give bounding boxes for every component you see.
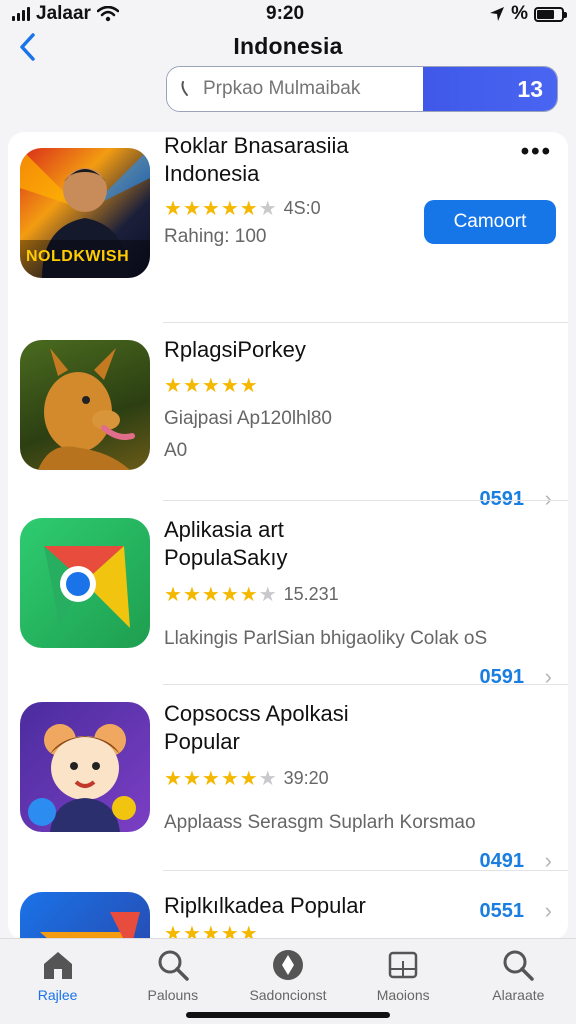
star-icon: ★	[201, 583, 220, 606]
deer-icon	[38, 348, 135, 470]
app-subtitle: Giajpasi Ap120lhl80	[164, 408, 332, 429]
location-icon	[490, 7, 505, 21]
signal-icon	[12, 7, 30, 21]
app-subtitle-2: A0	[164, 440, 188, 461]
tab-alerts[interactable]: Alaraate	[468, 947, 568, 1024]
wifi-icon	[96, 6, 119, 22]
star-rating: ★ ★ ★ ★ ★ ★ 15.231	[164, 584, 339, 605]
app-subtitle: Applaass Serasgm Suplarh Korsmao	[164, 812, 476, 833]
compass-icon	[272, 950, 303, 980]
app-subtitle: Rahing: 100	[164, 226, 267, 247]
app-name: Copsocss Apolkasi Popular	[164, 701, 349, 754]
star-icon: ★	[182, 767, 201, 790]
chrome-icon	[44, 546, 130, 628]
tab-label: Sadoncionst	[249, 987, 327, 1003]
list-item[interactable]: RplagsiPorkey ★ ★ ★ ★ ★ Giajpasi Ap120lh…	[8, 322, 568, 511]
app-name: Roklar Bnasarasiia Indonesia	[164, 133, 349, 186]
star-icon: ★	[164, 197, 182, 220]
search-count[interactable]: 13	[423, 67, 557, 111]
star-rating: ★ ★ ★ ★ ★ ★ 4S:0	[164, 198, 321, 219]
search-input[interactable]	[203, 78, 413, 100]
back-button[interactable]	[12, 30, 42, 64]
star-icon: ★	[201, 767, 220, 790]
carrier-label: Jalaar	[36, 3, 91, 24]
app-icon: NOLDKWISH	[20, 148, 150, 278]
mail-icon	[40, 912, 140, 940]
character-icon	[28, 724, 136, 832]
star-icon: ★	[220, 583, 239, 606]
star-icon: ★	[164, 583, 182, 606]
star-icon: ★	[239, 767, 258, 790]
status-extra: %	[511, 3, 528, 24]
more-icon[interactable]: •••	[521, 138, 552, 166]
star-icon: ★	[182, 197, 201, 220]
rating-value: 15.231	[283, 584, 339, 604]
star-icon: ★	[201, 197, 220, 220]
home-indicator	[186, 1012, 390, 1018]
app-icon-text: NOLDKWISH	[26, 248, 130, 265]
app-icon	[20, 702, 150, 832]
app-name: Riplkılkadea Popular	[164, 893, 366, 918]
app-subtitle: Llakingis ParlSian bhigaoliky Colak oS	[164, 628, 488, 649]
search-icon	[181, 81, 188, 96]
star-icon: ★	[258, 583, 277, 606]
star-rating: ★ ★ ★ ★ ★ ★ 39:20	[164, 768, 329, 789]
page-title: Indonesia	[233, 32, 343, 59]
nav-bar: Indonesia	[0, 28, 576, 64]
list-item[interactable]: Aplikasia art PopulaSakıy ★ ★ ★ ★ ★ ★ 15…	[8, 500, 568, 689]
star-icon: ★	[239, 375, 258, 397]
search-icon	[158, 950, 189, 981]
star-icon: ★	[164, 375, 182, 397]
star-icon: ★	[239, 197, 258, 220]
star-icon: ★	[182, 583, 201, 606]
tab-label: Maoions	[376, 987, 430, 1003]
tab-label: Alaraate	[492, 987, 545, 1003]
star-icon: ★	[182, 375, 201, 397]
star-icon: ★	[258, 767, 277, 790]
app-icon	[20, 340, 150, 470]
star-icon: ★	[220, 767, 239, 790]
tab-label: Palouns	[147, 987, 199, 1003]
status-left: Jalaar	[12, 3, 119, 25]
rating-value: 4S:0	[283, 198, 321, 218]
star-icon: ★	[220, 375, 239, 397]
star-icon: ★	[258, 197, 277, 220]
search-bar[interactable]: 13	[166, 66, 558, 112]
star-icon: ★	[220, 197, 239, 220]
rating-value: 39:20	[283, 768, 329, 788]
price-label: 0551	[479, 900, 525, 922]
app-icon	[20, 892, 150, 940]
tab-home[interactable]: Rajlee	[8, 947, 108, 1024]
tab-label: Rajlee	[37, 987, 78, 1003]
price-link[interactable]: 0551	[480, 900, 525, 923]
status-bar: Jalaar 9:20 %	[0, 0, 576, 28]
list-item[interactable]: Riplkılkadea Popular ★ ★ ★ ★ ★ 0551 ›	[8, 870, 568, 940]
star-rating: ★ ★ ★ ★ ★	[164, 376, 258, 396]
star-icon: ★	[164, 767, 182, 790]
status-time: 9:20	[266, 3, 305, 24]
search-icon	[503, 950, 535, 981]
star-icon: ★	[201, 375, 220, 397]
battery-icon	[534, 6, 567, 22]
search-field[interactable]	[167, 67, 423, 111]
board-icon	[388, 951, 418, 979]
home-icon	[43, 952, 72, 979]
list-item-featured[interactable]: NOLDKWISH Roklar Bnasarasiia Indonesia ★…	[8, 132, 568, 323]
app-list: NOLDKWISH Roklar Bnasarasiia Indonesia ★…	[8, 132, 568, 940]
action-button[interactable]: Camoort	[424, 200, 556, 244]
chevron-left-icon	[20, 33, 35, 61]
app-name: Aplikasia art PopulaSakıy	[164, 517, 288, 570]
list-item[interactable]: Copsocss Apolkasi Popular ★ ★ ★ ★ ★ ★ 39…	[8, 684, 568, 873]
app-name: RplagsiPorkey	[164, 337, 306, 362]
star-icon: ★	[239, 583, 258, 606]
status-right: %	[489, 3, 567, 25]
app-icon	[20, 518, 150, 648]
price-label: 0491	[479, 850, 525, 872]
chevron-right-icon[interactable]: ›	[545, 898, 552, 924]
